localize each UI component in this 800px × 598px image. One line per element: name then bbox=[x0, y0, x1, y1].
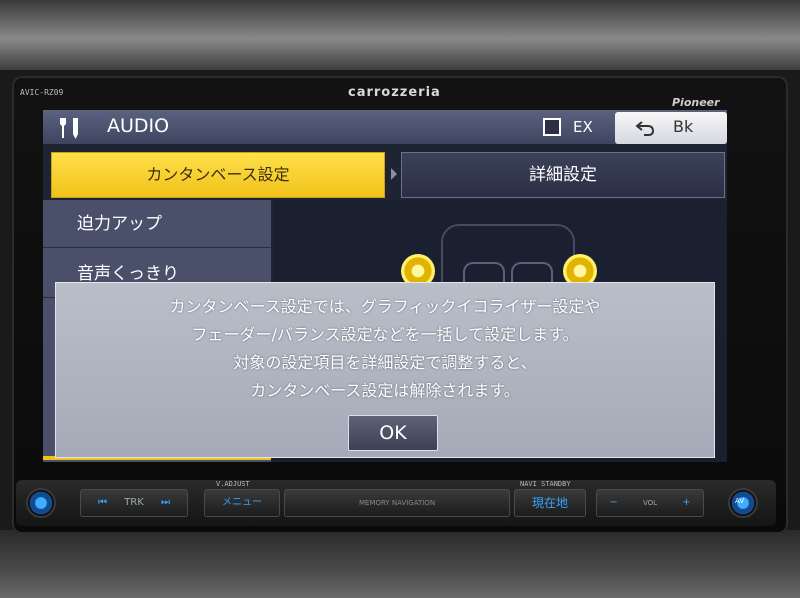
back-button[interactable]: Bk bbox=[615, 112, 727, 144]
back-label: Bk bbox=[673, 117, 694, 136]
current-location-button[interactable]: 現在地 bbox=[514, 489, 586, 517]
eject-button[interactable] bbox=[26, 488, 56, 518]
dialog-line-1: カンタンベース設定では、グラフィックイコライザー設定や bbox=[169, 297, 601, 316]
trk-label: TRK bbox=[124, 497, 144, 508]
volume-down-button[interactable]: − bbox=[609, 497, 617, 508]
av-label: AV bbox=[735, 497, 745, 505]
model-label: AVIC-RZ09 bbox=[20, 88, 64, 97]
dialog-line-2: フェーダー/バランス設定などを一括して設定します。 bbox=[191, 325, 579, 344]
navi-standby-label: NAVI STANDBY bbox=[520, 480, 571, 488]
page-title: AUDIO bbox=[107, 115, 170, 137]
vol-label: VOL bbox=[642, 499, 658, 507]
ex-button[interactable]: EX bbox=[573, 118, 593, 136]
brand-logo: carrozzeria bbox=[348, 85, 441, 100]
info-dialog: カンタンベース設定では、グラフィックイコライザー設定や フェーダー/バランス設定… bbox=[55, 282, 715, 458]
maker-logo: Pioneer bbox=[672, 96, 720, 109]
dialog-line-3: 対象の設定項目を詳細設定で調整すると、 bbox=[233, 353, 537, 372]
memory-navigation-button[interactable]: MEMORY NAVIGATION bbox=[284, 489, 510, 517]
tab-arrow-icon bbox=[391, 168, 397, 180]
next-track-icon: ⏭ bbox=[161, 497, 170, 508]
hardware-button-bar: ⏮ TRK ⏭ V.ADJUST メニュー MEMORY NAVIGATION … bbox=[16, 480, 776, 526]
dialog-line-4: カンタンベース設定は解除されます。 bbox=[250, 381, 520, 400]
prev-track-icon: ⏮ bbox=[98, 497, 107, 508]
title-bar: AUDIO EX Bk bbox=[43, 110, 727, 144]
vadjust-label: V.ADJUST bbox=[216, 480, 250, 488]
exit-icon[interactable] bbox=[543, 118, 561, 136]
tab-detail-settings[interactable]: 詳細設定 bbox=[401, 152, 725, 198]
tab-easy-base[interactable]: カンタンベース設定 bbox=[51, 152, 385, 198]
track-button[interactable]: ⏮ TRK ⏭ bbox=[80, 489, 188, 517]
av-button[interactable]: AV bbox=[728, 488, 758, 518]
settings-tools-icon bbox=[60, 118, 78, 139]
back-arrow-icon bbox=[635, 121, 655, 136]
volume-up-button[interactable]: + bbox=[682, 497, 690, 508]
ok-button[interactable]: OK bbox=[348, 415, 438, 451]
dashboard-bottom bbox=[0, 530, 800, 598]
screen: AUDIO EX Bk カンタンベース設定 詳細設定 迫力アップ 音声くっきり … bbox=[43, 110, 727, 462]
sidebar-item-power-up[interactable]: 迫力アップ bbox=[43, 200, 271, 248]
menu-button[interactable]: メニュー bbox=[204, 489, 280, 517]
dashboard-top bbox=[0, 0, 800, 70]
volume-control[interactable]: − VOL + bbox=[596, 489, 704, 517]
